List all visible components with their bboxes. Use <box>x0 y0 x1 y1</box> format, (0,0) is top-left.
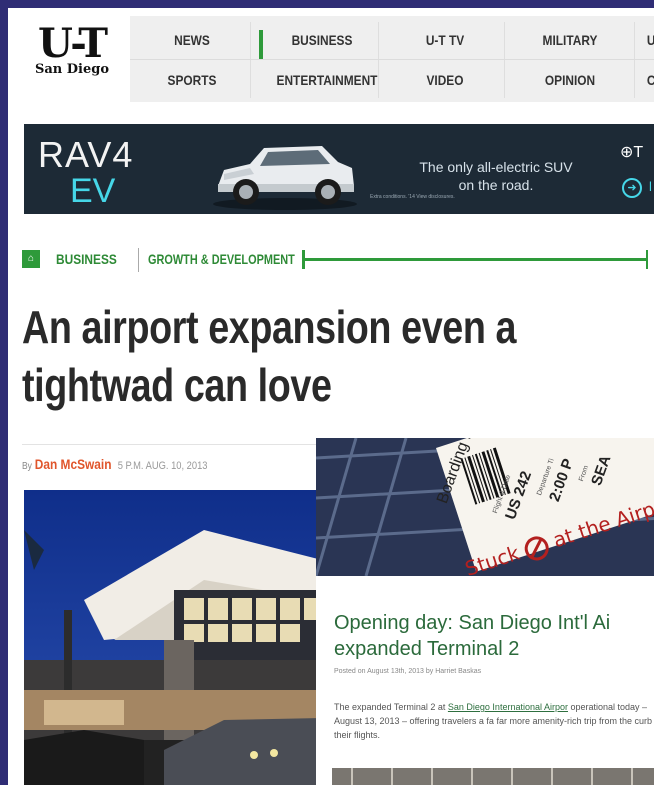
inset-body: The expanded Terminal 2 at San Diego Int… <box>334 700 654 742</box>
rule-cap <box>646 250 648 269</box>
nav-divider <box>130 59 654 60</box>
site-logo[interactable]: U-T San Diego <box>22 24 122 94</box>
nav-item-news[interactable]: NEWS <box>141 22 243 58</box>
car-image <box>213 146 357 210</box>
author-link[interactable]: Dan McSwain <box>35 456 112 472</box>
breadcrumb-growth[interactable]: GROWTH & DEVELOPMENT <box>148 248 295 270</box>
ad-model-top: RAV4 <box>38 134 134 175</box>
nav-separator <box>504 22 505 98</box>
ad-banner[interactable]: RAV4 EV The only all-electric SUV on the… <box>24 124 654 214</box>
divider <box>22 444 322 445</box>
logo-mark: U-T <box>38 20 108 67</box>
nav-item-ut-tv[interactable]: U-T TV <box>394 22 496 58</box>
san-diego-airport-link[interactable]: San Diego International Airpor <box>448 702 568 712</box>
nav-item-business[interactable]: BUSINESS <box>271 22 373 58</box>
inset-posted: Posted on August 13th, 2013 by Harriet B… <box>334 668 482 675</box>
nav-item-entertainment[interactable]: ENTERTAINMENT <box>272 62 383 98</box>
home-icon[interactable]: ⌂ <box>22 250 40 268</box>
ad-cta[interactable]: l <box>649 179 652 194</box>
byline-prefix: By <box>22 461 32 472</box>
page: U-T San Diego NEWS BUSINESS U-T TV MILIT… <box>8 8 654 785</box>
boarding-pass-image: Boarding P Flight & Date US 242 Departur… <box>316 438 654 576</box>
breadcrumb-business[interactable]: BUSINESS <box>56 248 117 270</box>
logo-subtitle: San Diego <box>34 62 110 77</box>
ad-model-bottom: EV <box>70 172 116 210</box>
ad-disclaimer: Extra conditions. '14 View disclosures. <box>370 194 455 200</box>
byline: By Dan McSwain 5 P.M. AUG. 10, 2013 <box>22 456 207 472</box>
main-nav: NEWS BUSINESS U-T TV MILITARY U SPORTS E… <box>130 16 654 102</box>
arrow-right-icon[interactable]: ➜ <box>622 178 642 198</box>
nav-item-sports[interactable]: SPORTS <box>141 62 243 98</box>
terminal-photo-image <box>24 490 322 785</box>
breadcrumb-separator <box>138 248 139 272</box>
inset-next-image <box>332 768 654 785</box>
nav-item-truncated[interactable]: C <box>605 62 654 98</box>
nav-active-indicator <box>259 30 263 60</box>
ad-side-text: T <box>633 144 644 161</box>
inset-title[interactable]: Opening day: San Diego Int'l Ai expanded… <box>334 610 654 662</box>
terminal-photo[interactable] <box>24 490 322 785</box>
inset-article[interactable]: Boarding P Flight & Date US 242 Departur… <box>316 438 654 785</box>
nav-item-video[interactable]: VIDEO <box>394 62 496 98</box>
section-rule <box>302 258 648 261</box>
nav-separator <box>250 22 251 98</box>
toyota-logo-icon: ⊕T <box>620 144 644 161</box>
ad-tagline: The only all-electric SUV on the road. <box>419 159 573 193</box>
inset-body-pre: The expanded Terminal 2 at <box>334 702 448 712</box>
nav-item-truncated[interactable]: U <box>605 22 654 58</box>
article-timestamp: 5 P.M. AUG. 10, 2013 <box>117 460 208 472</box>
article-headline: An airport expansion even a tightwad can… <box>22 301 517 411</box>
